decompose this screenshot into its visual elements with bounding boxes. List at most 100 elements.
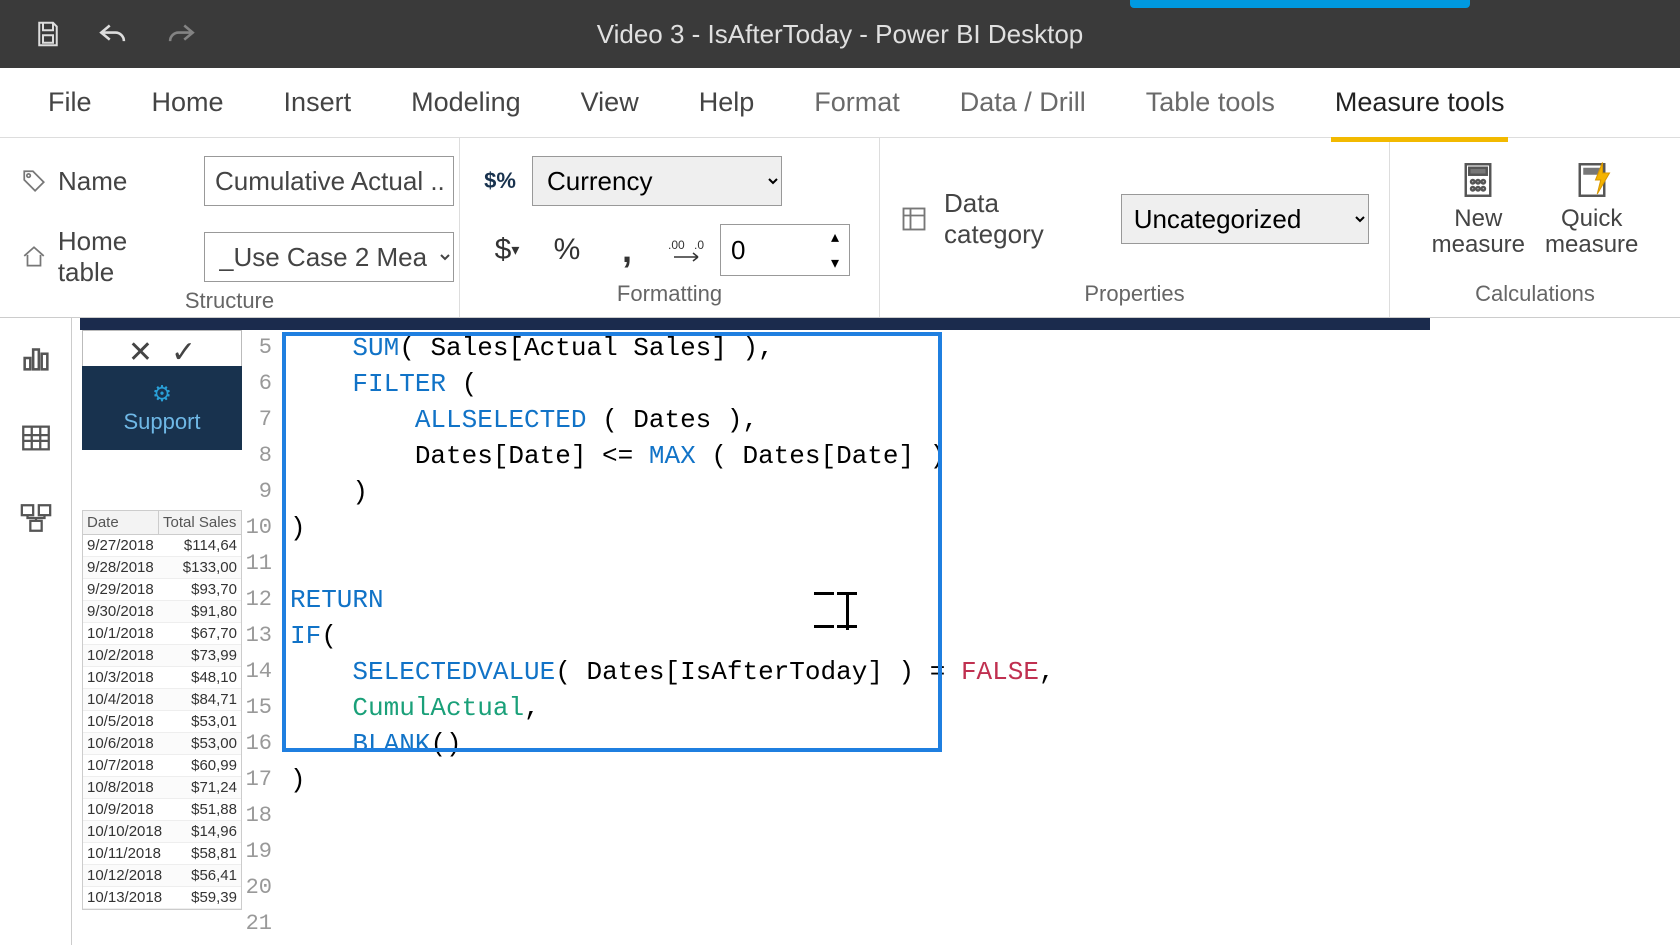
data-view-button[interactable] — [16, 418, 56, 458]
ribbon-group-properties: Data category Uncategorized Properties — [880, 138, 1390, 317]
table-row[interactable]: 9/30/2018$91,80 — [83, 601, 241, 623]
cancel-formula-button[interactable]: ✕ — [128, 335, 153, 370]
format-icon: $% — [480, 167, 520, 195]
support-tile[interactable]: ⚙ Support — [82, 366, 242, 450]
contextual-tab-stripe — [1130, 0, 1470, 8]
line-number: 6 — [242, 366, 280, 402]
table-row[interactable]: 10/1/2018$67,70 — [83, 623, 241, 645]
code-content: ) — [280, 762, 306, 798]
name-label: Name — [58, 166, 127, 197]
code-line[interactable]: 5 SUM( Sales[Actual Sales] ), — [242, 330, 1670, 366]
percent-button[interactable]: % — [540, 224, 594, 276]
ribbon-tab-measure-tools[interactable]: Measure tools — [1331, 79, 1509, 126]
ribbon-body: Name Home table _Use Case 2 Measu... — [0, 138, 1680, 318]
currency-button[interactable]: $▾ — [480, 224, 534, 276]
code-line[interactable]: 20 — [242, 870, 1670, 906]
decimals-input[interactable] — [721, 225, 821, 275]
col-total-sales: Total Sales — [159, 511, 241, 534]
table-row[interactable]: 10/12/2018$56,41 — [83, 865, 241, 887]
group-label-calculations: Calculations — [1410, 281, 1660, 313]
category-icon — [900, 205, 928, 233]
table-row[interactable]: 10/5/2018$53,01 — [83, 711, 241, 733]
table-row[interactable]: 10/2/2018$73,99 — [83, 645, 241, 667]
table-row[interactable]: 10/4/2018$84,71 — [83, 689, 241, 711]
ribbon-tabs: File Home Insert Modeling View Help Format Data… — [0, 68, 1680, 138]
data-category-label: Data category — [944, 188, 1105, 250]
line-number: 16 — [242, 726, 280, 762]
code-line[interactable]: 9 ) — [242, 474, 1670, 510]
code-line[interactable]: 6 FILTER ( — [242, 366, 1670, 402]
redo-button[interactable] — [162, 16, 198, 52]
code-line[interactable]: 16 BLANK() — [242, 726, 1670, 762]
code-line[interactable]: 19 — [242, 834, 1670, 870]
table-row[interactable]: 9/28/2018$133,00 — [83, 557, 241, 579]
decimals-down[interactable]: ▾ — [821, 250, 849, 276]
new-measure-button[interactable]: New measure — [1432, 156, 1525, 259]
ribbon-tab-help[interactable]: Help — [695, 79, 759, 126]
titlebar: Video 3 - IsAfterToday - Power BI Deskto… — [0, 0, 1680, 68]
ribbon-tab-insert[interactable]: Insert — [280, 79, 356, 126]
table-row[interactable]: 9/29/2018$93,70 — [83, 579, 241, 601]
code-content: SELECTEDVALUE( Dates[IsAfterToday] ) = F… — [280, 654, 1055, 690]
decimals-spinner[interactable]: ▴ ▾ — [720, 224, 850, 276]
ribbon-tab-table-tools[interactable]: Table tools — [1142, 79, 1279, 126]
table-row[interactable]: 10/11/2018$58,81 — [83, 843, 241, 865]
ribbon-tab-file[interactable]: File — [44, 79, 96, 126]
code-line[interactable]: 8 Dates[Date] <= MAX ( Dates[Date] ) — [242, 438, 1670, 474]
home-table-select[interactable]: _Use Case 2 Measu... — [204, 232, 454, 282]
code-line[interactable]: 10) — [242, 510, 1670, 546]
code-line[interactable]: 11 — [242, 546, 1670, 582]
dax-editor[interactable]: 5 SUM( Sales[Actual Sales] ),6 FILTER (7… — [242, 330, 1670, 945]
measure-name-input[interactable] — [204, 156, 454, 206]
table-row[interactable]: 10/13/2018$59,39 — [83, 887, 241, 909]
quick-measure-button[interactable]: Quick measure — [1545, 156, 1638, 259]
table-row[interactable]: 10/8/2018$71,24 — [83, 777, 241, 799]
code-line[interactable]: 7 ALLSELECTED ( Dates ), — [242, 402, 1670, 438]
table-row[interactable]: 10/6/2018$53,00 — [83, 733, 241, 755]
report-view-button[interactable] — [16, 338, 56, 378]
ribbon-group-formatting: $% Currency $▾ % , .00.0 ▴ — [460, 138, 880, 317]
format-select[interactable]: Currency — [532, 156, 782, 206]
code-content: RETURN — [280, 582, 384, 618]
table-row[interactable]: 10/10/2018$14,96 — [83, 821, 241, 843]
code-content: CumulActual, — [280, 690, 540, 726]
ribbon-tab-format[interactable]: Format — [810, 79, 904, 126]
group-label-structure: Structure — [20, 288, 439, 320]
data-category-select[interactable]: Uncategorized — [1121, 194, 1369, 244]
code-content: IF( — [280, 618, 337, 654]
decimals-up[interactable]: ▴ — [821, 224, 849, 250]
code-line[interactable]: 18 — [242, 798, 1670, 834]
thousands-button[interactable]: , — [600, 224, 654, 276]
code-line[interactable]: 15 CumulActual, — [242, 690, 1670, 726]
new-measure-icon — [1454, 156, 1502, 204]
table-row[interactable]: 10/7/2018$60,99 — [83, 755, 241, 777]
table-row[interactable]: 9/27/2018$114,64 — [83, 535, 241, 557]
code-line[interactable]: 17) — [242, 762, 1670, 798]
home-table-icon — [20, 243, 48, 271]
decimal-button[interactable]: .00.0 — [660, 224, 714, 276]
line-number: 17 — [242, 762, 280, 798]
line-number: 20 — [242, 870, 280, 906]
text-cursor — [834, 592, 860, 632]
preview-table: DateTotal Sales9/27/2018$114,649/28/2018… — [82, 510, 242, 910]
save-button[interactable] — [30, 16, 66, 52]
ribbon-tab-modeling[interactable]: Modeling — [407, 79, 525, 126]
line-number: 13 — [242, 618, 280, 654]
code-line[interactable]: 21 — [242, 906, 1670, 942]
code-line[interactable]: 12RETURN — [242, 582, 1670, 618]
code-line[interactable]: 13IF( — [242, 618, 1670, 654]
tag-icon — [20, 167, 48, 195]
ribbon-tab-data-drill[interactable]: Data / Drill — [956, 79, 1090, 126]
commit-formula-button[interactable]: ✓ — [171, 335, 196, 370]
code-content: SUM( Sales[Actual Sales] ), — [280, 330, 774, 366]
line-number: 7 — [242, 402, 280, 438]
code-content: FILTER ( — [280, 366, 477, 402]
undo-button[interactable] — [96, 16, 132, 52]
ribbon-tab-home[interactable]: Home — [148, 79, 228, 126]
ribbon-tab-view[interactable]: View — [577, 79, 643, 126]
model-view-button[interactable] — [16, 498, 56, 538]
code-line[interactable]: 14 SELECTEDVALUE( Dates[IsAfterToday] ) … — [242, 654, 1670, 690]
table-row[interactable]: 10/9/2018$51,88 — [83, 799, 241, 821]
line-number: 10 — [242, 510, 280, 546]
table-row[interactable]: 10/3/2018$48,10 — [83, 667, 241, 689]
